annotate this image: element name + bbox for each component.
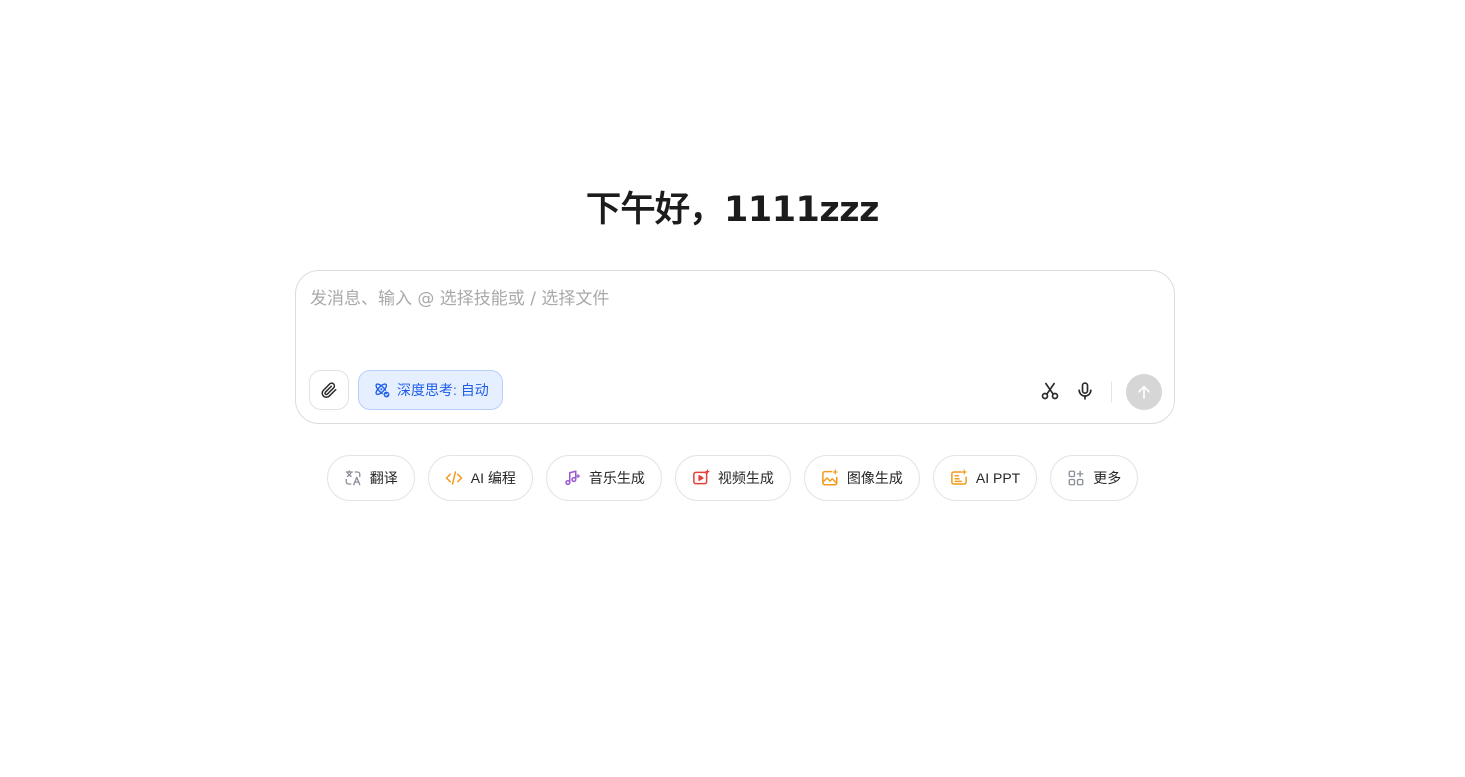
- deep-think-toggle[interactable]: 深度思考: 自动: [358, 370, 503, 410]
- scissors-icon: [1040, 381, 1060, 401]
- greeting-title: 下午好，1111zzz: [585, 190, 880, 230]
- skill-translate-button[interactable]: 翻译: [326, 455, 415, 501]
- atom-icon: [373, 381, 391, 399]
- microphone-icon: [1075, 381, 1095, 401]
- screenshot-button[interactable]: [1036, 377, 1064, 405]
- skill-music-button[interactable]: 音乐生成: [545, 455, 662, 501]
- paperclip-icon: [320, 381, 338, 399]
- skill-label: AI 编程: [470, 470, 516, 486]
- skill-label: 翻译: [369, 470, 398, 486]
- send-button[interactable]: [1126, 374, 1162, 410]
- music-note-icon: [563, 469, 581, 487]
- image-icon: [821, 469, 839, 487]
- presentation-icon: [950, 469, 968, 487]
- video-play-icon: [692, 469, 710, 487]
- skill-label: AI PPT: [975, 470, 1021, 486]
- skill-label: 更多: [1093, 470, 1122, 486]
- grid-plus-icon: [1067, 469, 1085, 487]
- voice-input-button[interactable]: [1071, 377, 1099, 405]
- skill-video-button[interactable]: 视频生成: [674, 455, 791, 501]
- deep-think-label: 深度思考: 自动: [397, 382, 489, 398]
- skill-label: 视频生成: [717, 470, 774, 486]
- skill-label: 图像生成: [846, 470, 903, 486]
- skill-more-button[interactable]: 更多: [1050, 455, 1139, 501]
- toolbar-divider: [1111, 381, 1112, 403]
- skill-shortcuts: 翻译 AI 编程 音乐生成 视频生成 图像生成 AI PPT 更多: [0, 455, 1465, 501]
- skill-ai-ppt-button[interactable]: AI PPT: [932, 455, 1038, 501]
- chat-composer: 深度思考: 自动: [295, 270, 1175, 424]
- skill-image-button[interactable]: 图像生成: [803, 455, 920, 501]
- skill-label: 音乐生成: [588, 470, 645, 486]
- translate-icon: [344, 469, 362, 487]
- skill-ai-coding-button[interactable]: AI 编程: [427, 455, 533, 501]
- code-icon: [445, 469, 463, 487]
- message-input[interactable]: [310, 285, 1160, 345]
- attach-file-button[interactable]: [309, 370, 349, 410]
- arrow-up-icon: [1135, 383, 1153, 401]
- home-page: 下午好，1111zzz 深度思考: 自动: [0, 0, 1465, 777]
